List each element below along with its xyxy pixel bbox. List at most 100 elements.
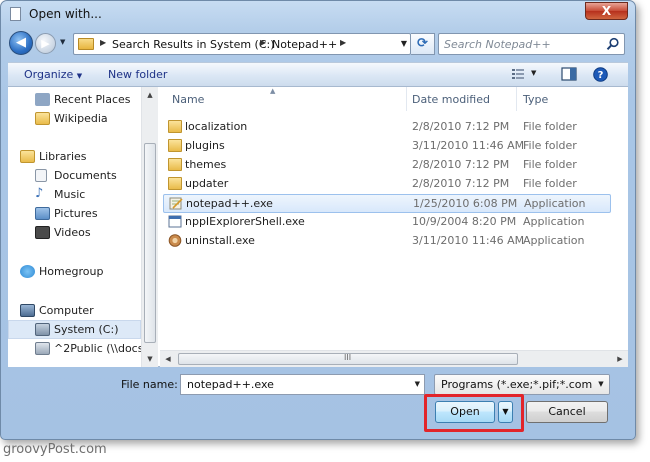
- file-type: Application: [524, 197, 586, 210]
- close-button[interactable]: X: [585, 2, 628, 20]
- view-options-icon[interactable]: [511, 67, 525, 81]
- organize-button[interactable]: Organize ▼: [24, 68, 82, 81]
- breadcrumb-separator-icon[interactable]: ▶: [340, 38, 346, 47]
- sidebar-item-recent-places[interactable]: Recent Places: [8, 91, 141, 110]
- folder-icon: [168, 139, 182, 152]
- folder-icon: [168, 177, 182, 190]
- file-type: File folder: [523, 158, 577, 171]
- sidebar-item-pictures[interactable]: Pictures: [8, 205, 141, 224]
- highlight-annotation: [424, 394, 524, 432]
- file-row-notepadpp-exe[interactable]: notepad++.exe 1/25/2010 6:08 PM Applicat…: [163, 194, 611, 213]
- svg-text:?: ?: [598, 70, 604, 81]
- file-type-value: Programs (*.exe;*.pif;*.com;*.ba: [441, 378, 610, 391]
- content-area: Recent Places Wikipedia Libraries Docume…: [8, 87, 628, 367]
- title-bar[interactable]: Open with... X: [1, 1, 635, 27]
- document-icon: [10, 7, 21, 21]
- sidebar-item-computer[interactable]: Computer: [8, 302, 141, 321]
- sidebar-item-public-docs[interactable]: ^2Public (\\docs: [8, 340, 141, 359]
- folder-icon: [168, 158, 182, 171]
- back-button[interactable]: ◀: [9, 31, 33, 55]
- file-type: Application: [523, 234, 585, 247]
- homegroup-icon: [20, 265, 35, 278]
- column-header-name[interactable]: Name ▲: [160, 87, 400, 111]
- uninstall-icon: [168, 234, 182, 247]
- chevron-down-icon: ▼: [76, 72, 83, 80]
- sidebar-item-videos[interactable]: Videos: [8, 224, 141, 243]
- file-row-themes[interactable]: themes 2/8/2010 7:12 PM File folder: [163, 156, 611, 175]
- file-date: 3/11/2010 11:46 AM: [412, 234, 525, 247]
- column-label: Type: [523, 93, 549, 106]
- preview-pane-icon[interactable]: [561, 67, 577, 81]
- address-dropdown-icon[interactable]: ▼: [401, 39, 407, 48]
- sidebar-item-label: Libraries: [39, 150, 87, 163]
- file-date: 2/8/2010 7:12 PM: [412, 177, 510, 190]
- sidebar-item-label: Pictures: [54, 207, 98, 220]
- navigation-scrollbar[interactable]: ▲ ▼: [141, 87, 158, 367]
- file-row-nppiexplorershell-exe[interactable]: nppIExplorerShell.exe 10/9/2004 8:20 PM …: [163, 213, 611, 232]
- file-name: themes: [185, 158, 227, 171]
- scroll-down-icon[interactable]: ▼: [142, 351, 158, 367]
- breadcrumb-separator-icon[interactable]: ▶: [260, 38, 266, 47]
- file-row-plugins[interactable]: plugins 3/11/2010 11:46 AM File folder: [163, 137, 611, 156]
- new-folder-button[interactable]: New folder: [108, 68, 167, 81]
- scroll-up-icon[interactable]: ▲: [142, 87, 158, 103]
- search-box[interactable]: [438, 33, 625, 55]
- drive-icon: [35, 323, 50, 336]
- file-name: localization: [185, 120, 248, 133]
- view-dropdown-icon[interactable]: ▼: [531, 69, 536, 77]
- scrollbar-grip-icon: III: [344, 353, 352, 362]
- scrollbar-thumb[interactable]: [144, 143, 156, 343]
- sidebar-item-documents[interactable]: Documents: [8, 167, 141, 186]
- sidebar-item-music[interactable]: ♪ Music: [8, 186, 141, 205]
- help-icon[interactable]: ?: [593, 67, 608, 82]
- horizontal-scrollbar[interactable]: ◀ III ▶: [160, 350, 628, 367]
- breadcrumb-search-results[interactable]: Search Results in System (C:): [112, 38, 275, 51]
- watermark-text: groovyPost.com: [3, 442, 107, 457]
- sidebar-item-system-c[interactable]: System (C:): [8, 320, 141, 339]
- folder-icon: [35, 112, 50, 125]
- navigation-pane: Recent Places Wikipedia Libraries Docume…: [8, 87, 158, 367]
- scroll-left-icon[interactable]: ◀: [160, 351, 176, 367]
- filename-input[interactable]: notepad++.exe ▼: [180, 374, 425, 395]
- filename-dropdown-icon[interactable]: ▼: [415, 380, 420, 388]
- sidebar-item-label: Computer: [39, 304, 94, 317]
- breadcrumb-separator-icon[interactable]: ▶: [100, 38, 106, 47]
- chevron-down-icon[interactable]: ▼: [593, 375, 609, 394]
- file-name: nppIExplorerShell.exe: [185, 215, 305, 228]
- libraries-icon: [20, 150, 35, 163]
- file-row-updater[interactable]: updater 2/8/2010 7:12 PM File folder: [163, 175, 611, 194]
- sidebar-item-label: Documents: [54, 169, 117, 182]
- organize-label: Organize: [24, 68, 74, 81]
- breadcrumb-notepadpp[interactable]: Notepad++: [272, 38, 337, 51]
- dialog-title: Open with...: [29, 7, 102, 21]
- history-dropdown-icon[interactable]: ▼: [60, 38, 65, 46]
- forward-button[interactable]: ▶: [35, 33, 56, 54]
- file-type-filter[interactable]: Programs (*.exe;*.pif;*.com;*.ba ▼: [434, 374, 610, 395]
- filename-label: File name:: [121, 378, 178, 391]
- sidebar-item-label: ^2Public (\\docs: [54, 342, 141, 355]
- sidebar-item-label: Music: [54, 188, 86, 201]
- sidebar-item-libraries[interactable]: Libraries: [8, 148, 141, 167]
- file-date: 1/25/2010 6:08 PM: [413, 197, 518, 210]
- sidebar-item-homegroup[interactable]: Homegroup: [8, 263, 141, 282]
- file-name: updater: [185, 177, 229, 190]
- column-label: Name: [172, 93, 205, 106]
- column-header-date-modified[interactable]: Date modified: [407, 87, 515, 111]
- file-date: 10/9/2004 8:20 PM: [412, 215, 517, 228]
- column-header-type[interactable]: Type: [517, 87, 617, 111]
- address-bar[interactable]: ▶ Search Results in System (C:) ▶ Notepa…: [73, 33, 411, 55]
- scrollbar-thumb[interactable]: III: [178, 353, 518, 365]
- application-icon: [168, 215, 182, 228]
- videos-icon: [35, 226, 50, 239]
- refresh-button[interactable]: ⟳: [411, 33, 435, 55]
- scroll-right-icon[interactable]: ▶: [612, 351, 628, 367]
- cancel-button[interactable]: Cancel: [526, 401, 608, 423]
- file-row-localization[interactable]: localization 2/8/2010 7:12 PM File folde…: [163, 118, 611, 137]
- sidebar-item-wikipedia[interactable]: Wikipedia: [8, 110, 141, 129]
- music-icon: ♪: [35, 186, 44, 201]
- recent-places-icon: [35, 93, 50, 106]
- file-type: File folder: [523, 177, 577, 190]
- search-icon[interactable]: [606, 37, 620, 51]
- search-input[interactable]: [439, 34, 599, 54]
- file-row-uninstall-exe[interactable]: uninstall.exe 3/11/2010 11:46 AM Applica…: [163, 232, 611, 251]
